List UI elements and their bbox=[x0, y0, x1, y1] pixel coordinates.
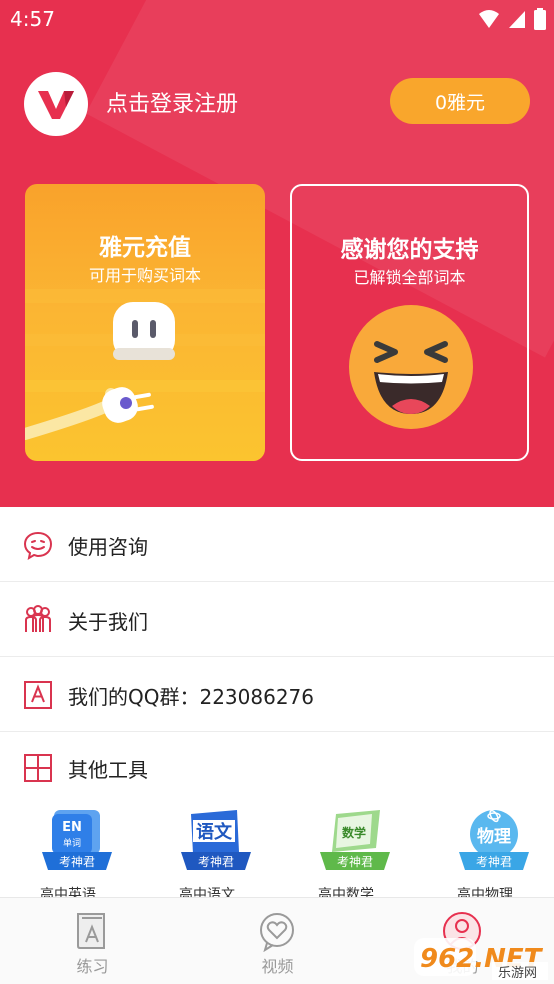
menu-item-consult[interactable]: 使用咨询 bbox=[0, 507, 554, 582]
status-icons bbox=[478, 8, 546, 30]
nav-label-video: 视频 bbox=[261, 957, 294, 976]
people-icon bbox=[25, 605, 51, 632]
menu-label-qq-group: 我们的QQ群：223086276 bbox=[68, 685, 315, 709]
chinese-badge-text: 语文 bbox=[196, 821, 233, 843]
math-badge-brand: 考神君 bbox=[337, 855, 373, 869]
laughing-emoji-icon bbox=[349, 305, 473, 429]
english-badge-en: EN bbox=[62, 820, 82, 835]
screen: 4:57 点击登录注册 0雅元 雅元充值 可用于购买词本 感谢您的支持 已解锁全… bbox=[0, 0, 554, 984]
tools-grid: EN 单词 考神君 高中英语 语文 考神君 高中语文 数学 考神君 高中数学 物… bbox=[0, 800, 554, 903]
watermark-sub: 乐游网 bbox=[498, 966, 537, 981]
thanks-card[interactable]: 感谢您的支持 已解锁全部词本 bbox=[290, 184, 529, 461]
status-bar: 4:57 bbox=[0, 0, 554, 38]
english-app-icon: EN 单词 考神君 bbox=[42, 810, 112, 870]
wifi-icon bbox=[479, 10, 499, 28]
physics-badge-text: 物理 bbox=[477, 826, 511, 847]
tool-english[interactable]: EN 单词 考神君 高中英语 bbox=[8, 800, 128, 903]
app-logo[interactable] bbox=[24, 72, 88, 136]
login-register-link[interactable]: 点击登录注册 bbox=[106, 86, 238, 118]
settings-menu: 使用咨询 关于我们 我们的QQ群：223086276 其他工具 bbox=[0, 507, 554, 798]
math-badge-text: 数学 bbox=[342, 825, 366, 840]
v-logo-icon bbox=[38, 91, 74, 119]
menu-label-consult: 使用咨询 bbox=[68, 535, 148, 559]
tool-math[interactable]: 数学 考神君 高中数学 bbox=[286, 800, 406, 903]
math-app-icon: 数学 考神君 bbox=[320, 810, 390, 870]
battery-icon bbox=[534, 8, 546, 30]
nav-video[interactable]: 视频 bbox=[185, 898, 370, 984]
book-icon bbox=[77, 913, 105, 949]
english-badge-word: 单词 bbox=[63, 837, 81, 849]
letter-a-icon bbox=[24, 681, 52, 709]
nav-label-practice: 练习 bbox=[76, 957, 109, 976]
recharge-card[interactable]: 雅元充值 可用于购买词本 bbox=[25, 184, 265, 461]
coin-balance-button[interactable]: 0雅元 bbox=[390, 78, 530, 124]
heart-bubble-icon bbox=[260, 913, 294, 952]
site-watermark-logo: 962.NET 乐游网 bbox=[414, 938, 548, 981]
physics-app-icon: 物理 考神君 bbox=[459, 809, 529, 870]
grid-icon bbox=[24, 754, 52, 782]
menu-item-about[interactable]: 关于我们 bbox=[0, 582, 554, 657]
menu-item-qq-group[interactable]: 我们的QQ群：223086276 bbox=[0, 657, 554, 732]
profile-header: 4:57 点击登录注册 0雅元 雅元充值 可用于购买词本 感谢您的支持 已解锁全… bbox=[0, 0, 554, 507]
english-badge-brand: 考神君 bbox=[59, 855, 95, 869]
plug-illustration bbox=[25, 289, 265, 440]
chinese-badge-brand: 考神君 bbox=[198, 855, 234, 869]
recharge-subtitle: 可用于购买词本 bbox=[88, 266, 201, 285]
tool-physics[interactable]: 物理 考神君 高中物理 bbox=[425, 800, 545, 903]
signal-icon bbox=[509, 11, 525, 28]
tool-chinese[interactable]: 语文 考神君 高中语文 bbox=[147, 800, 267, 903]
tools-header-label: 其他工具 bbox=[68, 758, 148, 782]
tools-header: 其他工具 bbox=[0, 732, 554, 798]
chinese-app-icon: 语文 考神君 bbox=[181, 810, 251, 870]
profile-row: 点击登录注册 0雅元 bbox=[24, 72, 530, 136]
status-time: 4:57 bbox=[10, 7, 55, 31]
chat-smile-icon bbox=[23, 531, 53, 561]
recharge-title: 雅元充值 bbox=[99, 235, 191, 261]
nav-practice[interactable]: 练习 bbox=[0, 898, 185, 984]
physics-badge-brand: 考神君 bbox=[476, 855, 512, 869]
menu-label-about: 关于我们 bbox=[68, 610, 148, 634]
